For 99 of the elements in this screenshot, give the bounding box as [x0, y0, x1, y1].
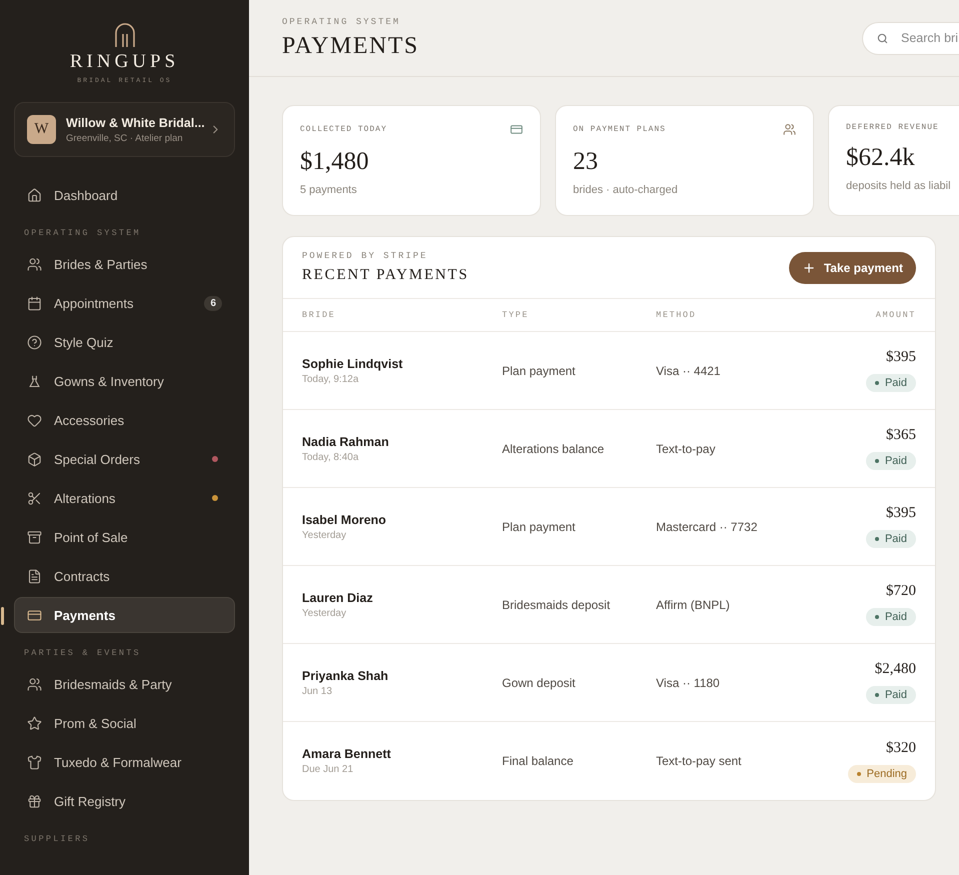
people-icon: [27, 256, 42, 272]
nav-item[interactable]: Point of Sale: [14, 519, 235, 555]
nav-item[interactable]: Gift Registry: [14, 783, 235, 819]
payment-amount: $395: [886, 505, 916, 522]
payment-type: Bridesmaids deposit: [502, 598, 612, 612]
panel-title: RECENT PAYMENTS: [302, 267, 469, 284]
payment-time: Due Jun 21: [302, 764, 354, 775]
payment-method: Visa ·· 4421: [656, 364, 722, 378]
nav-item[interactable]: Contracts: [14, 558, 235, 594]
bride-name: Lauren Diaz: [302, 590, 374, 604]
stat-label: COLLECTED TODAY: [300, 125, 388, 134]
people-icon: [27, 676, 42, 692]
nav-section-label: PARTIES & EVENTS: [23, 647, 142, 660]
payment-time: Yesterday: [302, 530, 348, 540]
plus-icon: [802, 260, 816, 274]
card-icon: [510, 123, 523, 136]
search-icon: [877, 32, 888, 44]
payment-amount: $2,480: [874, 661, 916, 678]
store-switcher[interactable]: W Willow & White Bridal... Greenville, SC · Atelier plan: [14, 102, 235, 157]
bride-name: Priyanka Shah: [302, 668, 390, 682]
nav-section-label: SUPPLIERS: [23, 833, 91, 846]
nav-item[interactable]: Style Quiz: [14, 324, 235, 360]
take-payment-button[interactable]: Take payment: [788, 252, 916, 284]
nav-item[interactable]: Tuxedo & Formalwear: [14, 744, 235, 780]
scissors-icon: [27, 490, 42, 506]
calendar-icon: [27, 296, 42, 310]
payment-time: Yesterday: [302, 608, 348, 618]
payment-method: Visa ·· 1180: [656, 676, 721, 690]
nav-item[interactable]: Alterations: [14, 480, 235, 516]
nav-item[interactable]: Dashboard: [14, 177, 235, 213]
dress-icon: [27, 374, 42, 388]
status-pill: Pending: [848, 764, 916, 782]
column-header: BRIDE: [302, 310, 337, 320]
search-field[interactable]: Search bri: [862, 22, 959, 54]
card-icon: [27, 608, 42, 622]
payment-type: Gown deposit: [502, 676, 576, 690]
store-name: Willow & White Bridal...: [66, 116, 205, 130]
brand-name: RINGUPS: [70, 51, 180, 73]
stat-value: $62.4k: [846, 144, 916, 172]
stat-note: deposits held as liabil: [846, 180, 952, 192]
stat-note: brides · auto-charged: [573, 184, 679, 196]
column-header: METHOD: [656, 310, 698, 320]
home-icon: [27, 188, 42, 202]
box-icon: [27, 452, 42, 466]
status-pill: Paid: [866, 374, 916, 392]
active-indicator: [1, 607, 4, 625]
bride-name: Nadia Rahman: [302, 434, 390, 448]
payment-time: Jun 13: [302, 686, 334, 696]
store-detail: Greenville, SC · Atelier plan: [66, 132, 184, 144]
shirt-icon: [27, 754, 42, 770]
store-avatar: W: [27, 115, 56, 144]
page-eyebrow: OPERATING SYSTEM: [282, 16, 402, 26]
payment-time: Today, 9:12a: [302, 374, 360, 384]
column-header: TYPE: [502, 310, 530, 320]
bride-name: Sophie Lindqvist: [302, 356, 404, 370]
payment-amount: $320: [886, 740, 916, 756]
status-pill: Paid: [866, 686, 916, 704]
nav-item[interactable]: Prom & Social: [14, 705, 235, 741]
status-pill: Paid: [866, 608, 916, 626]
payment-type: Plan payment: [502, 364, 576, 378]
stat-value: 23: [573, 148, 599, 176]
arch-logo-icon: [114, 22, 136, 47]
nav-item[interactable]: Brides & Parties: [14, 246, 235, 282]
nav-item[interactable]: Bridesmaids & Party: [14, 666, 235, 702]
panel-eyebrow: POWERED BY STRIPE: [302, 251, 429, 261]
payment-amount: $720: [886, 583, 916, 600]
payment-method: Affirm (BNPL): [656, 598, 731, 612]
status-pill: Paid: [866, 530, 916, 548]
payment-time: Today, 8:40a: [302, 452, 360, 462]
star-icon: [27, 716, 42, 730]
stat-label: ON PAYMENT PLANS: [573, 125, 666, 134]
bride-name: Isabel Moreno: [302, 512, 388, 526]
bride-name: Amara Bennett: [302, 747, 392, 761]
stat-label: DEFERRED REVENUE: [846, 123, 939, 132]
payment-amount: $365: [886, 427, 916, 444]
stat-note: 5 payments: [300, 184, 358, 196]
nav-item[interactable]: Accessories: [14, 402, 235, 438]
stat-value: $1,480: [300, 148, 370, 176]
document-icon: [27, 568, 42, 584]
register-icon: [27, 530, 42, 544]
nav-item[interactable]: Special Orders: [14, 441, 235, 477]
page-title: PAYMENTS: [282, 32, 419, 60]
payment-amount: $395: [886, 349, 916, 366]
payment-type: Plan payment: [502, 520, 576, 534]
payment-type: Final balance: [502, 754, 574, 768]
payment-type: Alterations balance: [502, 442, 606, 456]
people-icon: [783, 123, 796, 136]
count-badge: 6: [204, 296, 222, 310]
heart-icon: [27, 412, 42, 428]
nav-section-label: OPERATING SYSTEM: [23, 227, 142, 240]
question-icon: [27, 334, 42, 350]
status-pill: Paid: [866, 452, 916, 470]
gift-icon: [27, 794, 42, 808]
payment-method: Text-to-pay: [656, 442, 716, 456]
nav-item[interactable]: Gowns & Inventory: [14, 363, 235, 399]
payment-method: Text-to-pay sent: [656, 754, 742, 768]
payment-method: Mastercard ·· 7732: [656, 520, 758, 534]
column-header: AMOUNT: [874, 310, 916, 320]
nav-item[interactable]: Appointments 6: [14, 285, 235, 321]
